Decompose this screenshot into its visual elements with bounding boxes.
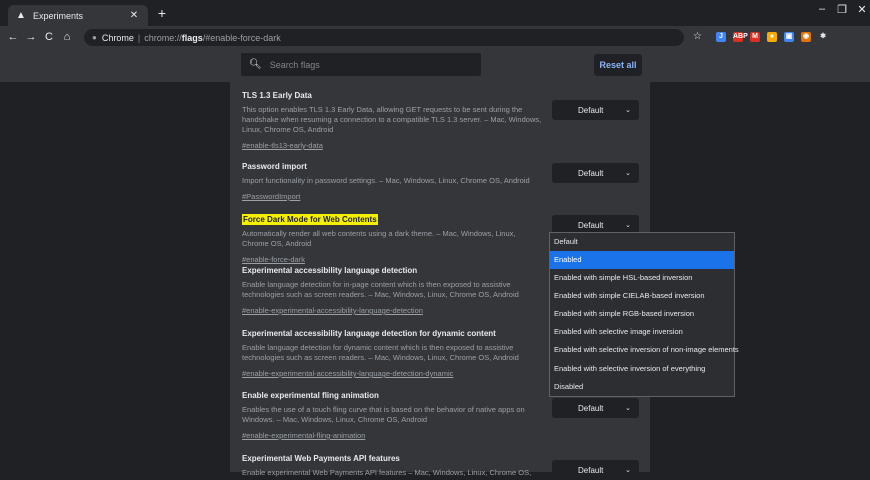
url-separator: | bbox=[137, 32, 141, 43]
flag-title: Experimental accessibility language dete… bbox=[242, 329, 496, 338]
flag-select[interactable]: Default ⌄ bbox=[552, 100, 639, 120]
flag-title: TLS 1.3 Early Data bbox=[242, 91, 312, 100]
flag-title: Experimental Web Payments API features bbox=[242, 454, 400, 463]
dropdown-option[interactable]: Enabled with simple RGB-based inversion bbox=[550, 305, 734, 323]
flag-description: Enable language detection for dynamic co… bbox=[242, 343, 519, 362]
site-name: Chrome bbox=[101, 32, 134, 43]
forward-arrow-icon[interactable]: → bbox=[24, 30, 38, 44]
m-extension-icon[interactable]: M bbox=[750, 32, 760, 42]
search-input[interactable]: 🔍︎ Search flags bbox=[241, 53, 481, 76]
force-dark-dropdown: Default Enabled Enabled with simple HSL-… bbox=[549, 232, 739, 397]
flag-item: Experimental Web Payments API features E… bbox=[242, 448, 542, 478]
flag-title: Force Dark Mode for Web Contents bbox=[242, 214, 378, 225]
dropdown-option[interactable]: Enabled with simple HSL-based inversion bbox=[550, 269, 734, 287]
flag-title: Password import bbox=[242, 162, 307, 171]
flag-select[interactable]: Default ⌄ bbox=[552, 163, 639, 183]
flag-item: TLS 1.3 Early Data This option enables T… bbox=[242, 85, 542, 153]
address-bar[interactable]: ● Chrome | chrome://flags/#enable-force-… bbox=[84, 29, 684, 46]
adblock-icon[interactable]: ABP bbox=[733, 32, 748, 42]
dropdown-option[interactable]: Disabled bbox=[550, 378, 734, 396]
search-icon: 🔍︎ bbox=[249, 59, 262, 70]
honey-icon[interactable]: ● bbox=[767, 32, 777, 42]
tab-strip: ▲ Experiments ✕ + – ❐ ✕ bbox=[0, 0, 870, 26]
flag-description: Automatically render all web contents us… bbox=[242, 229, 516, 248]
tab-close-icon[interactable]: ✕ bbox=[128, 10, 140, 21]
flask-icon: ▲ bbox=[16, 9, 26, 21]
flag-select[interactable]: Default ⌄ bbox=[552, 460, 639, 480]
flag-item: Enable experimental fling animation Enab… bbox=[242, 385, 542, 443]
flag-link[interactable]: #enable-experimental-fling-animation bbox=[242, 430, 365, 441]
flag-link[interactable]: #enable-experimental-accessibility-langu… bbox=[242, 368, 453, 379]
dropdown-option[interactable]: Default bbox=[550, 233, 734, 251]
chevron-down-icon: ⌄ bbox=[625, 405, 631, 412]
flag-description: Enable experimental Web Payments API fea… bbox=[242, 468, 532, 477]
tab-title: Experiments bbox=[33, 10, 84, 21]
minimize-button[interactable]: – bbox=[812, 3, 832, 15]
tab-extension-icon[interactable]: ▣ bbox=[784, 32, 794, 42]
flag-description: This option enables TLS 1.3 Early Data, … bbox=[242, 105, 542, 134]
tab-experiments[interactable]: ▲ Experiments ✕ bbox=[8, 5, 148, 26]
url-text: chrome://flags/#enable-force-dark bbox=[144, 32, 281, 43]
chevron-down-icon: ⌄ bbox=[625, 170, 631, 177]
flag-item: Password import Import functionality in … bbox=[242, 156, 542, 204]
flag-item-force-dark: Force Dark Mode for Web Contents Automat… bbox=[242, 209, 542, 267]
bookmark-star-icon[interactable]: ☆ bbox=[693, 31, 702, 42]
flag-title: Experimental accessibility language dete… bbox=[242, 266, 418, 275]
toolbar: ← → C ⌂ ● Chrome | chrome://flags/#enabl… bbox=[0, 26, 870, 48]
reload-icon[interactable]: C bbox=[42, 30, 56, 44]
chevron-down-icon: ⌄ bbox=[625, 467, 631, 474]
flag-link[interactable]: #enable-experimental-accessibility-langu… bbox=[242, 305, 423, 316]
j-extension-icon[interactable]: J bbox=[716, 32, 726, 42]
pet-extension-icon[interactable]: ◉ bbox=[801, 32, 811, 42]
flag-description: Enable language detection for in-page co… bbox=[242, 280, 519, 299]
back-arrow-icon[interactable]: ← bbox=[6, 30, 20, 44]
flag-item: Experimental accessibility language dete… bbox=[242, 323, 542, 381]
flag-select[interactable]: Default ⌄ bbox=[552, 398, 639, 418]
flag-description: Enables the use of a touch fling curve t… bbox=[242, 405, 525, 424]
flag-description: Import functionality in password setting… bbox=[242, 176, 530, 185]
flag-link[interactable]: #PasswordImport bbox=[242, 191, 300, 202]
new-tab-button[interactable]: + bbox=[154, 5, 170, 21]
chevron-down-icon: ⌄ bbox=[625, 107, 631, 114]
dropdown-option-selected[interactable]: Enabled bbox=[550, 251, 734, 269]
window-close-button[interactable]: ✕ bbox=[852, 3, 870, 16]
home-icon[interactable]: ⌂ bbox=[60, 30, 74, 44]
chevron-down-icon: ⌄ bbox=[625, 222, 631, 229]
dropdown-option[interactable]: Enabled with selective inversion of non-… bbox=[550, 341, 739, 359]
maximize-button[interactable]: ❐ bbox=[832, 3, 852, 16]
search-placeholder: Search flags bbox=[269, 59, 320, 70]
puzzle-icon[interactable]: ✱ bbox=[818, 32, 828, 42]
reset-all-button[interactable]: Reset all bbox=[594, 54, 642, 76]
flag-title: Enable experimental fling animation bbox=[242, 391, 379, 400]
dropdown-option[interactable]: Enabled with selective inversion of ever… bbox=[550, 360, 734, 378]
flag-link[interactable]: #enable-tls13-early-data bbox=[242, 140, 323, 151]
chrome-site-icon: ● bbox=[92, 33, 97, 42]
flag-item: Experimental accessibility language dete… bbox=[242, 260, 542, 318]
dropdown-option[interactable]: Enabled with selective image inversion bbox=[550, 323, 734, 341]
dropdown-option[interactable]: Enabled with simple CIELAB-based inversi… bbox=[550, 287, 734, 305]
